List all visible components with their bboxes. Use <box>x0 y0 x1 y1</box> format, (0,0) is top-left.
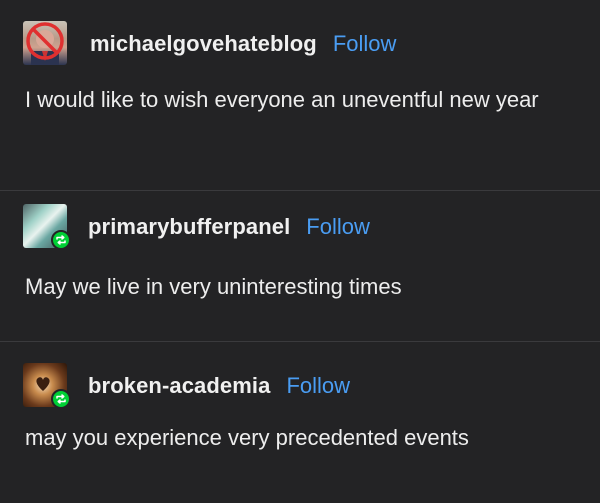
reblog-icon <box>51 389 71 409</box>
post-header: broken-academia Follow <box>23 363 350 409</box>
no-sign-icon <box>26 22 64 65</box>
post-body: May we live in very uninteresting times <box>25 274 402 299</box>
avatar-container[interactable] <box>23 204 71 250</box>
follow-button[interactable]: Follow <box>333 31 397 57</box>
username[interactable]: michaelgovehateblog <box>90 31 317 57</box>
avatar-container[interactable] <box>23 363 71 409</box>
avatar-container[interactable] <box>23 21 71 67</box>
post-body: I would like to wish everyone an unevent… <box>25 87 539 112</box>
post-body: may you experience very precedented even… <box>25 425 469 450</box>
post-thread: michaelgovehateblog Follow I would like … <box>0 0 600 503</box>
post-header: primarybufferpanel Follow <box>23 204 370 250</box>
username[interactable]: broken-academia <box>88 373 270 399</box>
reblog-icon <box>51 230 71 250</box>
username[interactable]: primarybufferpanel <box>88 214 290 240</box>
post-2: primarybufferpanel Follow May we live in… <box>0 191 600 341</box>
post-1: michaelgovehateblog Follow I would like … <box>0 0 600 190</box>
post-3: broken-academia Follow may you experienc… <box>0 342 600 503</box>
follow-button[interactable]: Follow <box>286 373 350 399</box>
post-header: michaelgovehateblog Follow <box>23 21 397 67</box>
follow-button[interactable]: Follow <box>306 214 370 240</box>
user-avatar-icon[interactable] <box>23 21 67 65</box>
